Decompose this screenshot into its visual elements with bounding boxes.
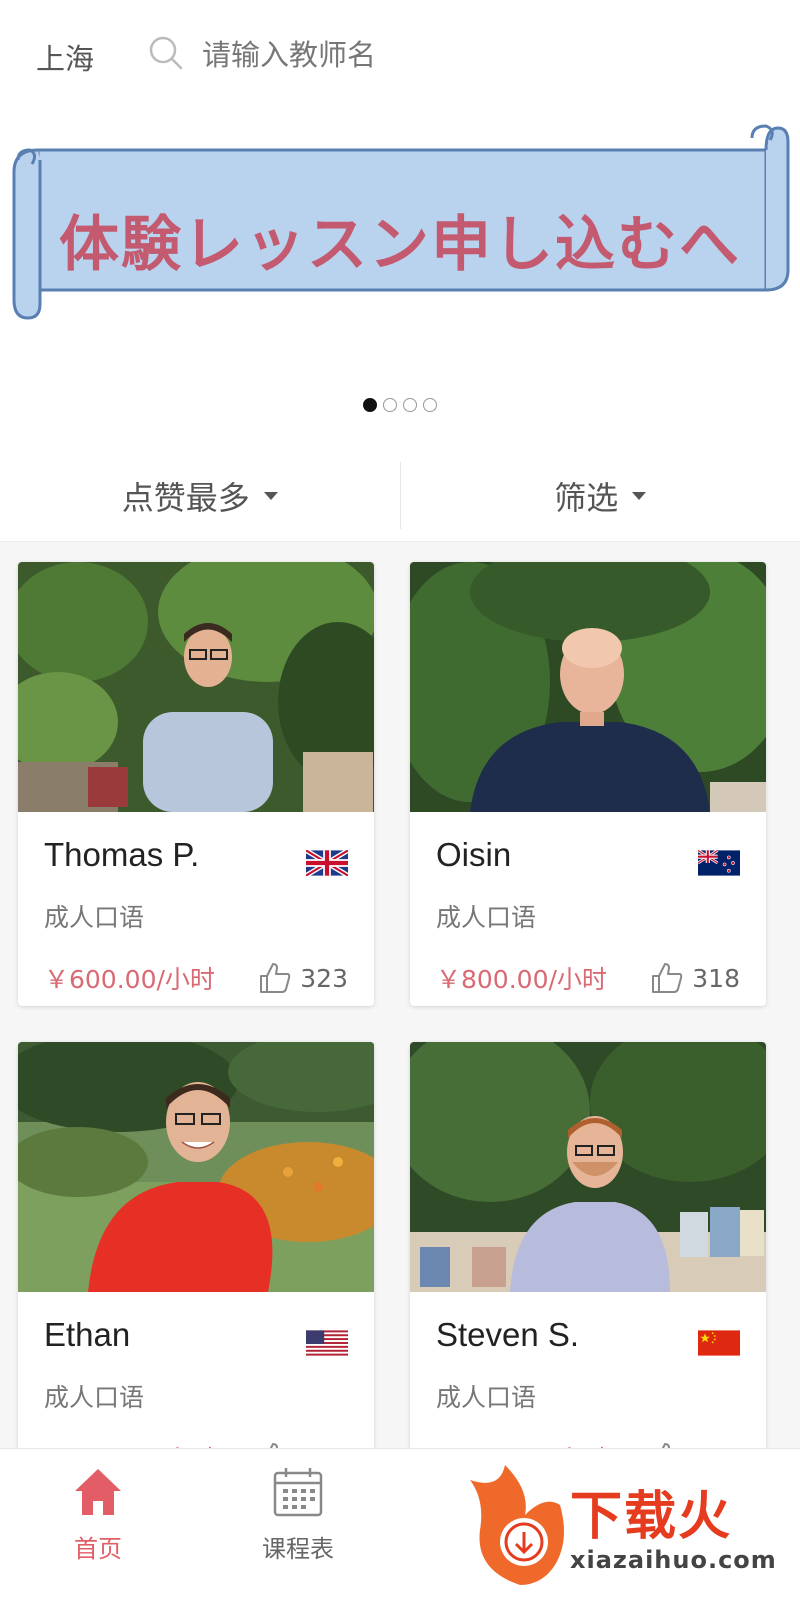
thumbs-up-icon <box>652 963 683 993</box>
like-count: 318 <box>692 963 740 993</box>
filter-dropdown[interactable]: 筛选 <box>401 450 800 541</box>
home-icon <box>75 1469 121 1515</box>
uk-flag-icon <box>306 850 348 876</box>
teacher-name: Oisin <box>436 836 512 873</box>
teacher-name: Ethan <box>44 1316 131 1353</box>
thumbs-up-icon <box>260 963 291 993</box>
teacher-photo <box>18 1042 374 1292</box>
app-screen: 上海 请输入教师名 体験レッスン申し込むへ 点赞最多 筛选 Thomas P. … <box>0 0 800 1600</box>
like-button[interactable]: 323 <box>258 961 348 995</box>
caret-down-icon <box>632 491 647 500</box>
city-selector[interactable]: 上海 <box>36 36 94 78</box>
teacher-name: Steven S. <box>436 1316 580 1353</box>
nz-flag-icon <box>698 850 740 876</box>
watermark-logo: 下载火 xiazaihuo.com <box>470 1460 800 1600</box>
teacher-subject: 成人口语 <box>44 1383 145 1412</box>
watermark-url: xiazaihuo.com <box>570 1546 777 1574</box>
teacher-name: Thomas P. <box>44 836 200 873</box>
sort-dropdown[interactable]: 点赞最多 <box>0 450 400 541</box>
teacher-grid: Thomas P. 成人口语 ￥600.00/小时 323 Oisin 成人口语… <box>0 542 800 1486</box>
card-body: Thomas P. 成人口语 ￥600.00/小时 323 <box>18 812 374 1006</box>
teacher-price: ￥600.00/小时 <box>44 965 215 994</box>
carousel-indicators <box>0 398 800 412</box>
teacher-price: ￥800.00/小时 <box>436 965 607 994</box>
carousel-dot[interactable] <box>363 398 377 412</box>
calendar-icon <box>273 1468 323 1517</box>
search-icon <box>149 36 183 70</box>
filter-label: 筛选 <box>554 478 619 517</box>
search-input[interactable]: 请输入教师名 <box>202 32 376 74</box>
watermark-brand: 下载火 <box>570 1487 733 1547</box>
teacher-card[interactable]: Thomas P. 成人口语 ￥600.00/小时 323 <box>18 562 374 1006</box>
carousel-dot[interactable] <box>403 398 417 412</box>
nav-home[interactable]: 首页 <box>38 1465 158 1564</box>
caret-down-icon <box>263 491 278 500</box>
cn-flag-icon <box>698 1330 740 1356</box>
banner-slide[interactable]: 体験レッスン申し込むへ <box>10 120 790 340</box>
teacher-photo <box>410 562 766 812</box>
like-button[interactable]: 318 <box>650 961 740 995</box>
like-count: 323 <box>300 963 348 993</box>
teacher-card[interactable]: Ethan 成人口语 ￥600.00/小时 <box>18 1042 374 1486</box>
teacher-photo <box>18 562 374 812</box>
teacher-subject: 成人口语 <box>436 1383 537 1412</box>
teacher-subject: 成人口语 <box>436 903 537 932</box>
teacher-photo <box>410 1042 766 1292</box>
carousel-dot[interactable] <box>383 398 397 412</box>
teacher-subject: 成人口语 <box>44 903 145 932</box>
card-body: Oisin 成人口语 ￥800.00/小时 318 <box>410 812 766 1006</box>
price-row: ￥800.00/小时 318 <box>436 960 740 996</box>
banner-title: 体験レッスン申し込むへ <box>59 210 741 280</box>
teacher-card[interactable]: Oisin 成人口语 ￥800.00/小时 318 <box>410 562 766 1006</box>
search-bar[interactable]: 请输入教师名 <box>148 32 376 74</box>
us-flag-icon <box>306 1330 348 1356</box>
nav-home-label: 首页 <box>74 1535 122 1563</box>
sort-filter-bar: 点赞最多 筛选 <box>0 450 800 542</box>
top-bar: 上海 请输入教师名 <box>0 0 800 110</box>
sort-label: 点赞最多 <box>121 478 250 517</box>
carousel-dot[interactable] <box>423 398 437 412</box>
flame-logo-icon <box>470 1465 564 1585</box>
price-row: ￥600.00/小时 323 <box>44 960 348 996</box>
teacher-card[interactable]: Steven S. 成人口语 ￥600.00/小时 <box>410 1042 766 1486</box>
banner-carousel[interactable]: 体験レッスン申し込むへ <box>0 110 800 450</box>
nav-schedule-label: 课程表 <box>262 1535 334 1563</box>
nav-schedule[interactable]: 课程表 <box>238 1465 358 1564</box>
